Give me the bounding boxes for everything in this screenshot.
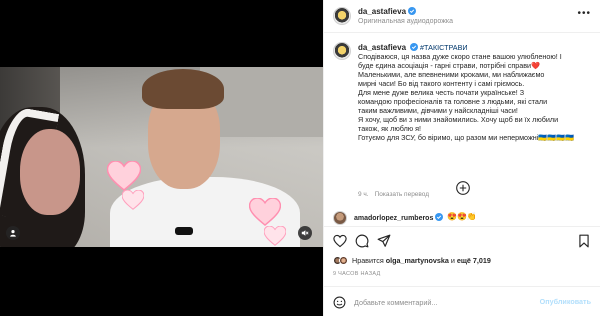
caption-line: Для мене дуже велика честь почати україн… <box>358 88 525 97</box>
more-options-button[interactable]: ••• <box>577 8 591 19</box>
smiley-icon <box>333 296 346 309</box>
speech-bubble-icon <box>355 234 369 248</box>
header-username[interactable]: da_astafieva <box>358 7 417 16</box>
load-more-comments-button[interactable] <box>456 181 470 195</box>
add-comment-bar: Опубликовать <box>324 286 600 316</box>
hashtag-link[interactable]: #ТАКІСТРАВИ <box>420 43 468 52</box>
more-horizontal-icon: ••• <box>577 8 591 19</box>
comment-input[interactable] <box>354 295 524 309</box>
verified-badge-icon <box>408 7 417 15</box>
audio-track-link[interactable]: Оригинальная аудиодорожка <box>358 18 453 25</box>
save-button[interactable] <box>577 234 591 248</box>
liker-avatar <box>339 256 348 265</box>
like-button[interactable] <box>333 234 347 248</box>
liker-username[interactable]: olga_martynovska <box>386 256 449 265</box>
post-comment-button[interactable]: Опубликовать <box>540 297 591 306</box>
heart-icon <box>333 234 347 248</box>
caption-line: Готуємо для ЗСУ, бо віримо, що разом ми … <box>358 133 575 142</box>
comment-avatar[interactable] <box>333 211 347 225</box>
man-hair <box>142 69 224 109</box>
heart-sticker-icon <box>107 161 141 191</box>
caption-line: мирні часи! Бо від такого контенту і сам… <box>358 79 525 88</box>
avatar[interactable] <box>333 7 351 25</box>
share-button[interactable] <box>377 234 391 248</box>
caption-avatar[interactable] <box>333 42 351 60</box>
likes-count[interactable]: ещё 7,019 <box>457 256 491 265</box>
caption-line: Я хочу, щоб ви з ними знайомились. Хочу … <box>358 115 559 124</box>
caption-line: буде єдина асоціація - гарні страви, пот… <box>358 61 541 70</box>
verified-badge-icon <box>410 43 419 51</box>
caption-meta: 9 ч. Показать перевод <box>358 191 429 198</box>
caption-username[interactable]: da_astafieva <box>358 43 406 52</box>
comment-username[interactable]: amadorlopez_rumberos <box>354 213 444 222</box>
verified-badge-icon <box>435 213 444 221</box>
speaker-muted-icon <box>301 230 309 236</box>
post-info-pane: da_astafieva Оригинальная аудиодорожка •… <box>323 0 600 316</box>
likes-text: Нравится olga_martynovska и ещё 7,019 <box>352 256 491 265</box>
mute-button[interactable] <box>298 226 312 240</box>
caption-line: командою професіоналів та головне з людь… <box>358 97 548 106</box>
bookmark-icon <box>579 234 589 248</box>
post-timestamp[interactable]: 9 ЧАСОВ НАЗАД <box>333 271 381 277</box>
show-translation-link[interactable]: Показать перевод <box>375 191 429 198</box>
caption-line: Маленькими, але впевненими кроками, ми н… <box>358 70 545 79</box>
heart-sticker-icon <box>264 226 286 246</box>
tagged-users-button[interactable] <box>6 226 20 240</box>
caption-line: Сподіваюся, ця назва дуже скоро стане ва… <box>358 52 562 61</box>
action-bar <box>324 226 600 254</box>
comment-button[interactable] <box>355 234 369 248</box>
heart-sticker-icon <box>249 198 281 226</box>
caption-age: 9 ч. <box>358 191 369 198</box>
plus-circle-icon <box>456 181 470 195</box>
paper-plane-icon <box>377 234 391 247</box>
emoji-button[interactable] <box>333 296 346 309</box>
caption-text: da_astafieva #ТАКІСТРАВИ Сподіваюся, ця … <box>358 43 593 142</box>
heart-sticker-icon <box>122 190 144 210</box>
caption-line: також, як люблю я! <box>358 124 422 133</box>
post-header: da_astafieva Оригинальная аудиодорожка •… <box>324 0 600 33</box>
caption-line: таким важливими, дівчими у найскладніші … <box>358 106 518 115</box>
comment-text: 😍😍👏 <box>447 212 477 221</box>
person-icon <box>10 230 16 237</box>
media-pane <box>0 0 323 316</box>
lapel-mic <box>175 227 193 235</box>
likes-summary[interactable]: Нравится olga_martynovska и ещё 7,019 <box>333 256 491 265</box>
comment-row: amadorlopez_rumberos 😍😍👏 <box>324 208 600 226</box>
